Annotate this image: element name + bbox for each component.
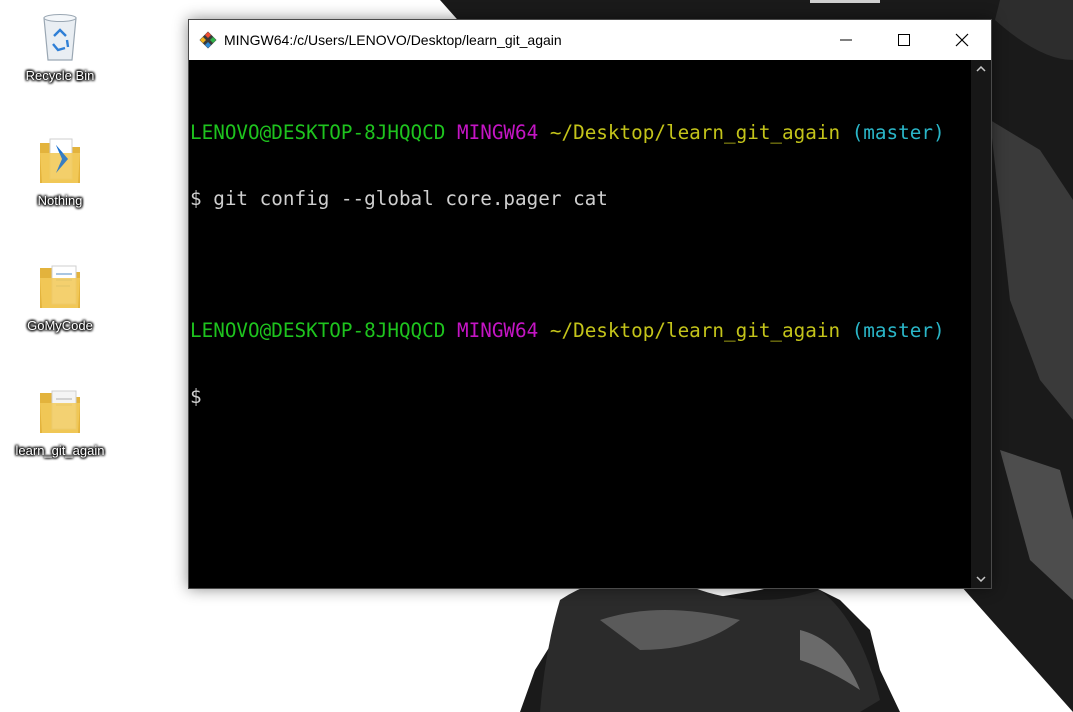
prompt-line: LENOVO@DESKTOP-8JHQQCD MINGW64 ~/Desktop…	[189, 320, 971, 342]
maximize-icon	[898, 34, 910, 46]
prompt-path: ~/Desktop/learn_git_again	[549, 319, 841, 342]
desktop-icon-label: GoMyCode	[27, 318, 93, 333]
folder-icon	[34, 385, 86, 437]
git-bash-icon	[198, 30, 218, 50]
command-input-line[interactable]: $	[189, 386, 971, 408]
folder-icon	[34, 135, 86, 187]
prompt-system: MINGW64	[457, 319, 539, 342]
prompt-user-host: LENOVO@DESKTOP-8JHQQCD	[190, 121, 446, 144]
prompt-line: LENOVO@DESKTOP-8JHQQCD MINGW64 ~/Desktop…	[189, 122, 971, 144]
minimize-icon	[840, 39, 852, 41]
scroll-down-button[interactable]	[971, 570, 991, 588]
recycle-bin-icon	[34, 10, 86, 62]
close-icon	[955, 33, 969, 47]
desktop-icon-gomycode[interactable]: GoMyCode	[10, 260, 110, 333]
desktop-icon-label: learn_git_again	[15, 443, 105, 458]
desktop-icon-learn-git-again[interactable]: learn_git_again	[10, 385, 110, 458]
prompt-system: MINGW64	[457, 121, 539, 144]
window-titlebar[interactable]: MINGW64:/c/Users/LENOVO/Desktop/learn_gi…	[189, 20, 991, 60]
chevron-down-icon	[976, 576, 986, 582]
command-line: $ git config --global core.pager cat	[190, 187, 608, 210]
scroll-up-button[interactable]	[971, 60, 991, 78]
minimize-button[interactable]	[817, 20, 875, 60]
desktop-icon-label: Recycle Bin	[25, 68, 95, 83]
prompt-path: ~/Desktop/learn_git_again	[549, 121, 841, 144]
prompt-branch: (master)	[851, 121, 945, 144]
prompt-user-host: LENOVO@DESKTOP-8JHQQCD	[190, 319, 446, 342]
desktop-icon-recycle-bin[interactable]: Recycle Bin	[10, 10, 110, 83]
prompt-branch: (master)	[851, 319, 945, 342]
close-button[interactable]	[933, 20, 991, 60]
vertical-scrollbar[interactable]	[971, 60, 991, 588]
terminal-window[interactable]: MINGW64:/c/Users/LENOVO/Desktop/learn_gi…	[188, 19, 992, 589]
desktop-icon-nothing[interactable]: Nothing	[10, 135, 110, 208]
desktop-icon-label: Nothing	[37, 193, 83, 208]
window-title: MINGW64:/c/Users/LENOVO/Desktop/learn_gi…	[224, 32, 562, 48]
terminal-output[interactable]: LENOVO@DESKTOP-8JHQQCD MINGW64 ~/Desktop…	[189, 60, 971, 588]
chevron-up-icon	[976, 66, 986, 72]
maximize-button[interactable]	[875, 20, 933, 60]
folder-icon	[34, 260, 86, 312]
